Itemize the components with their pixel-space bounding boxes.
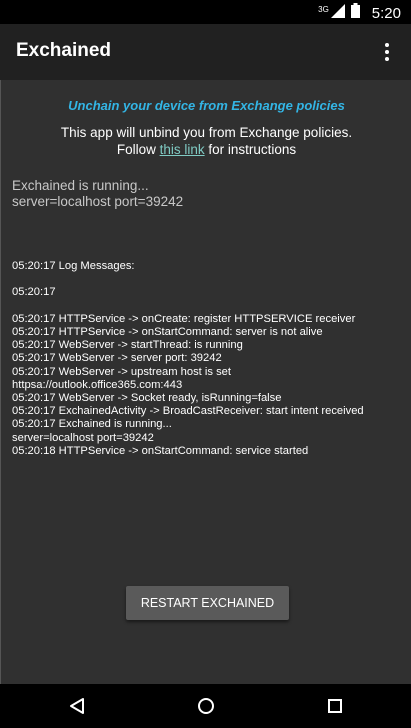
app-title: Exchained [16,40,112,61]
log-line: 05:20:17 WebServer -> upstream host is s… [12,365,235,391]
intro-line-1: This app will unbind you from Exchange p… [60,125,353,140]
app-bar: Exchained [0,24,411,80]
log-line: 05:20:17 WebServer -> startThread: is ru… [12,339,243,352]
log-line: 05:20:17 [12,286,56,299]
log-line: 05:20:17 ExchainedActivity -> BroadCastR… [12,405,364,418]
log-line: 05:20:17 Exchained is running... [12,418,172,431]
home-icon[interactable] [194,694,218,718]
overflow-menu-icon[interactable] [375,40,399,64]
intro-line-2-before: Follow [116,142,160,157]
recents-icon[interactable] [323,694,347,718]
log-line: 05:20:17 HTTPService -> onStartCommand: … [12,326,323,339]
log-line: 05:20:18 HTTPService -> onStartCommand: … [12,444,309,457]
log-line: server=localhost port=39242 [12,431,154,444]
network-type-label: 3G [318,4,329,14]
back-icon[interactable] [65,694,89,718]
running-status: Exchained is running... server=localhost… [12,178,184,209]
navigation-bar [0,684,411,728]
log-line: 05:20:17 WebServer -> server port: 39242 [12,352,222,365]
battery-icon [350,3,360,23]
instructions-link[interactable]: this link [160,142,205,157]
restart-button[interactable]: RESTART EXCHAINED [126,586,289,620]
status-bar: 3G 5:20 [0,0,411,24]
log-line: 05:20:17 Log Messages: [12,260,135,272]
intro-line-2: Follow this link for instructions [1,141,411,158]
intro-line-2-after: for instructions [204,142,297,157]
main-content: Unchain your device from Exchange polici… [0,80,411,684]
log-line: 05:20:17 HTTPService -> onCreate: regist… [12,312,356,325]
log-line: 05:20:17 WebServer -> Socket ready, isRu… [12,392,282,405]
intro-text: This app will unbind you from Exchange p… [1,124,411,158]
tagline: Unchain your device from Exchange polici… [68,98,345,113]
signal-icon [330,3,345,23]
log-messages: 05:20:17 Log Messages: 05:20:17 05:20:17… [12,260,402,458]
status-time: 5:20 [371,4,401,22]
